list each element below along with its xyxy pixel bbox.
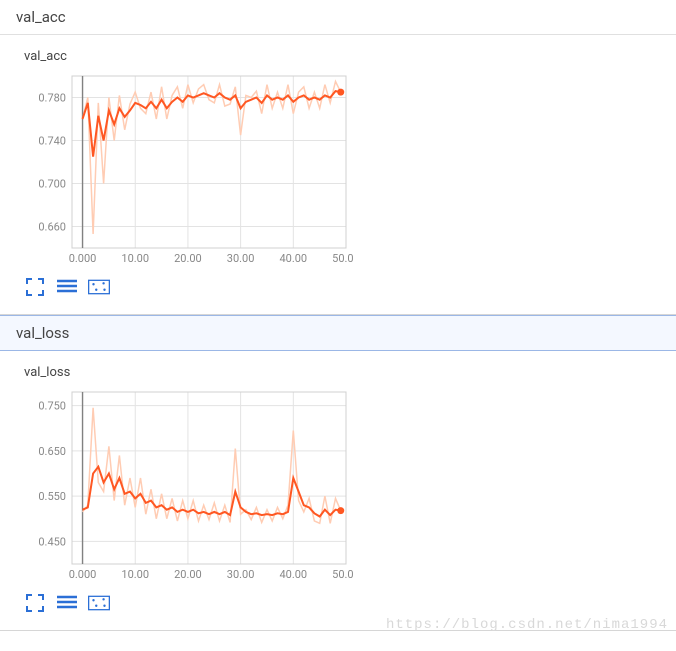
svg-text:0.450: 0.450: [38, 535, 66, 548]
svg-text:0.000: 0.000: [69, 568, 97, 581]
svg-text:0.780: 0.780: [38, 92, 66, 105]
chart-toolbar-val-loss: [0, 586, 676, 620]
svg-text:0.650: 0.650: [38, 445, 66, 458]
fullscreen-button[interactable]: [24, 594, 46, 612]
svg-text:30.00: 30.00: [227, 252, 255, 265]
dots-icon: [88, 279, 110, 295]
svg-text:0.000: 0.000: [69, 252, 97, 265]
svg-text:50.00: 50.00: [332, 568, 354, 581]
chart-val-loss[interactable]: 0.000 10.00 20.00 30.00 40.00 50.00 0.450 0.550…: [24, 386, 354, 586]
dots-icon: [88, 595, 110, 611]
chart-title-val-loss: val_loss: [0, 365, 676, 386]
chart-wrap-val-acc: 0.000 10.00 20.00 30.00 40.00 50.00 0.660 0.700…: [0, 70, 676, 270]
svg-text:10.00: 10.00: [121, 252, 149, 265]
list-button[interactable]: [56, 278, 78, 296]
list-button[interactable]: [56, 594, 78, 612]
svg-text:20.00: 20.00: [174, 568, 202, 581]
chart-wrap-val-loss: 0.000 10.00 20.00 30.00 40.00 50.00 0.450 0.550…: [0, 386, 676, 586]
svg-text:0.750: 0.750: [38, 400, 66, 413]
fullscreen-icon: [26, 594, 44, 612]
dots-button[interactable]: [88, 594, 110, 612]
svg-text:50.00: 50.00: [332, 252, 354, 265]
fullscreen-icon: [26, 278, 44, 296]
chart-toolbar-val-acc: [0, 270, 676, 304]
svg-text:0.700: 0.700: [38, 178, 66, 191]
dots-button[interactable]: [88, 278, 110, 296]
panel-header-label: val_loss: [16, 324, 69, 342]
panel-header-val-acc[interactable]: val_acc: [0, 0, 676, 35]
chart-title-val-acc: val_acc: [0, 49, 676, 70]
svg-text:40.00: 40.00: [279, 252, 307, 265]
svg-text:0.550: 0.550: [38, 490, 66, 503]
panel-header-label: val_acc: [16, 8, 66, 26]
panel-header-val-loss[interactable]: val_loss: [0, 315, 676, 351]
svg-text:20.00: 20.00: [174, 252, 202, 265]
svg-text:40.00: 40.00: [279, 568, 307, 581]
svg-text:10.00: 10.00: [121, 568, 149, 581]
svg-text:0.740: 0.740: [38, 135, 66, 148]
panel-val-loss: val_loss val_loss 0.000 10.00 20.00 30.00 40…: [0, 315, 676, 631]
panel-body-val-loss: val_loss 0.00010.0020.0030.0040.0050.000…: [0, 351, 676, 630]
list-icon: [57, 595, 77, 611]
fullscreen-button[interactable]: [24, 278, 46, 296]
panel-val-acc: val_acc val_acc 0.000 10.00 20.00 30.00 40.0…: [0, 0, 676, 315]
chart-val-acc[interactable]: 0.000 10.00 20.00 30.00 40.00 50.00 0.660 0.700…: [24, 70, 354, 270]
panel-body-val-acc: val_acc 0.00010.0020.0030.0040.0050.000.…: [0, 35, 676, 314]
svg-text:30.00: 30.00: [227, 568, 255, 581]
list-icon: [57, 279, 77, 295]
svg-text:0.660: 0.660: [38, 221, 66, 234]
